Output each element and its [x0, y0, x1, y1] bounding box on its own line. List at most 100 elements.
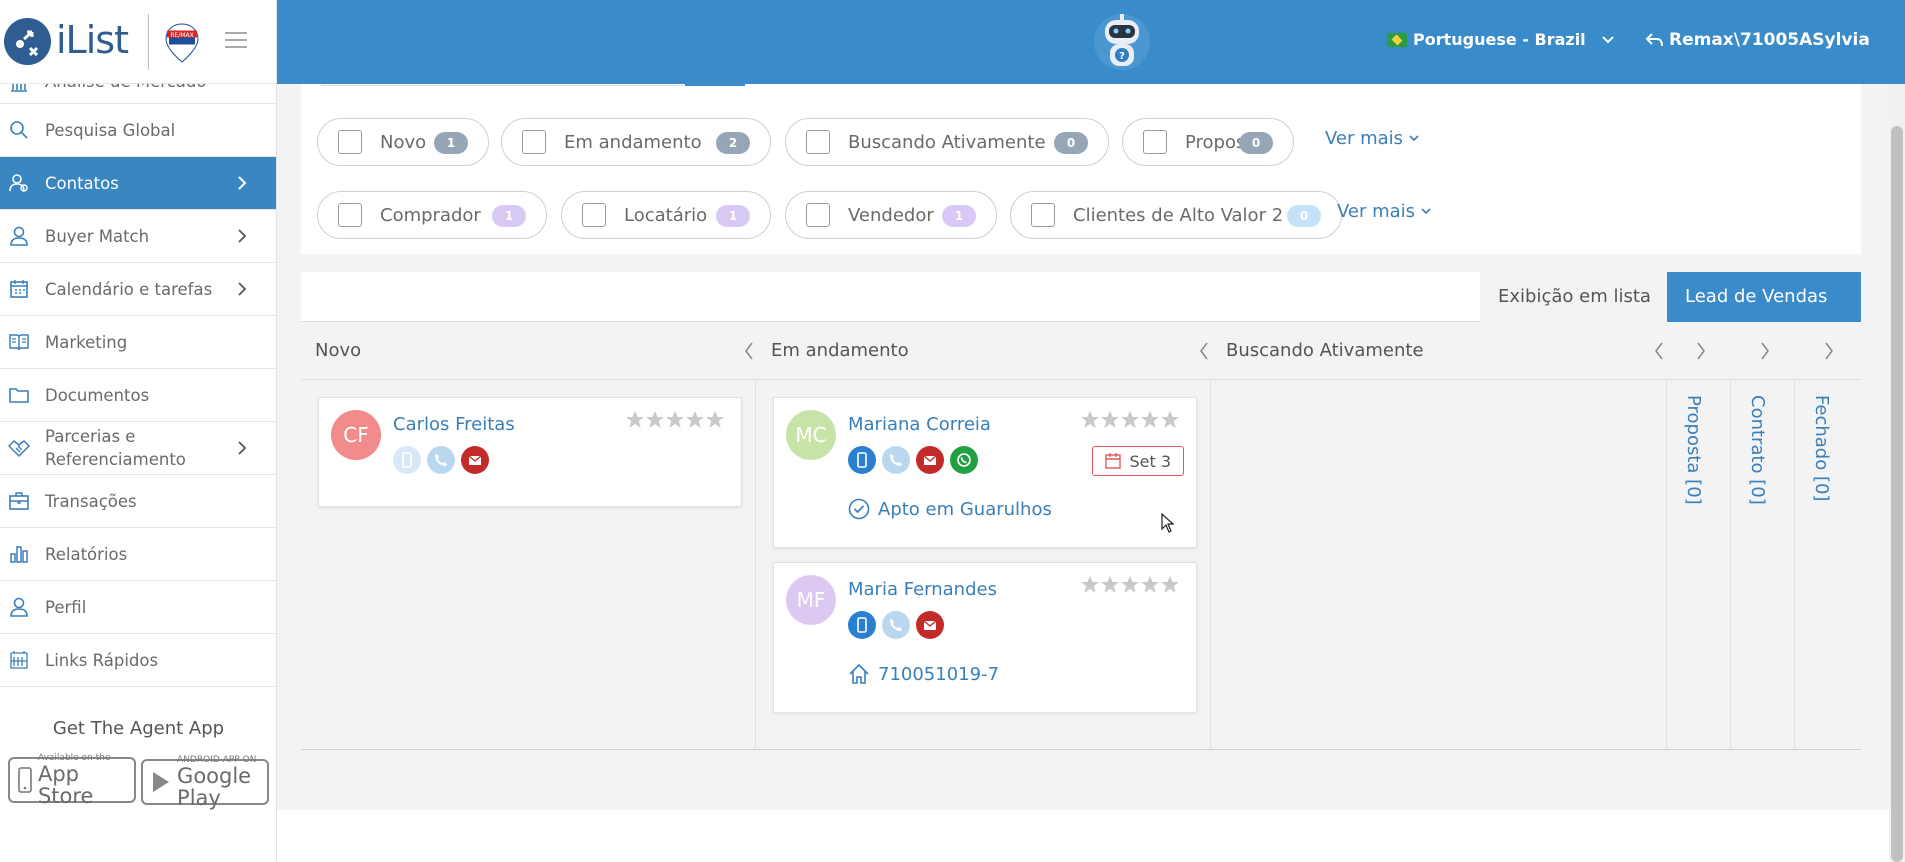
email-icon[interactable]: [916, 611, 944, 639]
checkbox[interactable]: [1143, 130, 1167, 154]
checkbox[interactable]: [338, 130, 362, 154]
ver-mais-types-link[interactable]: Ver mais: [1337, 201, 1431, 222]
chevron-down-icon: [1421, 208, 1431, 215]
sidebar-item-calendario[interactable]: Calendário e tarefas: [0, 263, 276, 316]
filter-chip-comprador[interactable]: Comprador 1: [317, 191, 547, 239]
sidebar-item-label: Pesquisa Global: [45, 120, 176, 140]
whatsapp-icon[interactable]: [950, 446, 978, 474]
column-fechado[interactable]: Fechado [0]: [1794, 381, 1848, 750]
mobile-icon[interactable]: [393, 446, 421, 474]
sidebar-item-perfil[interactable]: Perfil: [0, 581, 276, 634]
filter-chip-novo[interactable]: Novo 1: [317, 118, 489, 166]
column-title-proposta: Proposta [0]: [1683, 395, 1704, 505]
chevron-right-icon: [237, 441, 247, 455]
column-proposta[interactable]: Proposta [0]: [1666, 381, 1720, 750]
filter-chip-vendedor[interactable]: Vendedor 1: [785, 191, 997, 239]
phone-icon[interactable]: [882, 446, 910, 474]
sidebar-item-links-rapidos[interactable]: Links Rápidos: [0, 634, 276, 687]
chevron-left-icon[interactable]: [744, 342, 754, 360]
column-title-fechado: Fechado [0]: [1811, 395, 1832, 502]
column-contrato[interactable]: Contrato [0]: [1730, 381, 1784, 750]
filter-label: Comprador: [380, 204, 481, 226]
sidebar-item-label: Documentos: [45, 385, 150, 405]
sidebar-item-transacoes[interactable]: Transações: [0, 475, 276, 528]
rating-stars[interactable]: [1080, 410, 1182, 430]
checkbox[interactable]: [338, 203, 362, 227]
phone-icon[interactable]: [882, 611, 910, 639]
search-icon: [8, 119, 30, 141]
filter-chip-em-andamento[interactable]: Em andamento 2: [501, 118, 771, 166]
filter-chip-buscando-ativamente[interactable]: Buscando Ativamente 0: [785, 118, 1109, 166]
robot-assistant-icon[interactable]: ?: [1092, 10, 1152, 72]
sidebar-item-documentos[interactable]: Documentos: [0, 369, 276, 422]
app-store-button[interactable]: Available on the App Store: [7, 753, 136, 807]
contact-card[interactable]: CF Carlos Freitas: [318, 397, 742, 507]
google-play-button[interactable]: ANDROID APP ON Google Play: [141, 755, 270, 809]
checkbox[interactable]: [1031, 203, 1055, 227]
checkbox[interactable]: [806, 203, 830, 227]
sidebar-item-pesquisa-global[interactable]: Pesquisa Global: [0, 104, 276, 157]
chevron-right-icon[interactable]: [1824, 342, 1834, 360]
count-badge: 0: [1287, 205, 1321, 227]
ver-mais-status-link[interactable]: Ver mais: [1325, 128, 1419, 149]
contact-name[interactable]: Carlos Freitas: [393, 414, 515, 435]
chevron-right-icon[interactable]: [1696, 342, 1706, 360]
contact-name[interactable]: Mariana Correia: [848, 414, 991, 435]
remax-balloon-icon: RE/MAX: [164, 22, 200, 64]
phone-icon[interactable]: [427, 446, 455, 474]
mobile-icon[interactable]: [848, 611, 876, 639]
contact-card[interactable]: MC Mariana Correia Set 3 Apto em Guarulh…: [773, 397, 1197, 548]
sidebar-item-label: Transações: [45, 491, 137, 511]
tab-sales-funnel[interactable]: Lead de Vendas Funil: [1667, 272, 1861, 357]
contact-name[interactable]: Maria Fernandes: [848, 579, 997, 600]
chevron-right-icon[interactable]: [1760, 342, 1770, 360]
filter-chip-proposta[interactable]: Proposta 0: [1122, 118, 1294, 166]
ver-mais-label: Ver mais: [1337, 201, 1416, 222]
sidebar-item-contatos[interactable]: Contatos: [0, 157, 276, 210]
scrollbar-thumb[interactable]: [1891, 126, 1903, 862]
contact-actions: [848, 611, 944, 639]
calendar-icon: [1105, 453, 1122, 469]
filter-chip-locatario[interactable]: Locatário 1: [561, 191, 771, 239]
checkbox[interactable]: [806, 130, 830, 154]
contact-note[interactable]: Apto em Guarulhos: [848, 498, 1052, 520]
rating-stars[interactable]: [1080, 575, 1182, 595]
checkbox[interactable]: [522, 130, 546, 154]
filter-label: Em andamento: [564, 131, 702, 153]
app-promo-title: Get The Agent App: [52, 718, 225, 739]
chevron-down-icon: [1409, 135, 1419, 142]
logo-text[interactable]: iList: [56, 18, 129, 62]
task-date-badge[interactable]: Set 3: [1092, 446, 1184, 476]
sidebar-item-buyer-match[interactable]: Buyer Match: [0, 210, 276, 263]
chevron-right-icon: [237, 282, 247, 296]
sidebar-item-relatorios[interactable]: Relatórios: [0, 528, 276, 581]
ilist-logo-icon[interactable]: [4, 18, 51, 65]
language-selector[interactable]: Portuguese - Brazil: [1387, 30, 1614, 49]
listing-id: 710051019-7: [878, 663, 1000, 685]
sidebar-item-label: Buyer Match: [45, 226, 150, 246]
tab-list-view[interactable]: Exibição em lista: [1480, 272, 1669, 322]
chevron-left-icon[interactable]: [1199, 342, 1209, 360]
chevron-left-icon[interactable]: [1654, 342, 1664, 360]
sidebar-menu: Análise de Mercado Pesquisa Global Conta…: [0, 72, 276, 687]
email-icon[interactable]: [461, 446, 489, 474]
contact-card[interactable]: MF Maria Fernandes 710051019-7: [773, 562, 1197, 713]
sidebar-item-parcerias[interactable]: Parcerias e Referenciamento: [0, 422, 276, 475]
user-switch-link[interactable]: Remax\71005ASylvia: [1645, 30, 1870, 50]
count-badge: 0: [1239, 132, 1273, 154]
ver-mais-label: Ver mais: [1325, 128, 1404, 149]
listing-link[interactable]: 710051019-7: [848, 663, 999, 685]
sidebar-item-marketing[interactable]: Marketing: [0, 316, 276, 369]
filter-chip-clientes-alto-valor[interactable]: Clientes de Alto Valor 2 0: [1010, 191, 1342, 239]
checkbox[interactable]: [582, 203, 606, 227]
sidebar-item-label: Marketing: [45, 332, 128, 352]
count-badge: 1: [716, 205, 750, 227]
logo-divider: [148, 14, 149, 70]
mobile-icon[interactable]: [848, 446, 876, 474]
rating-stars[interactable]: [625, 410, 727, 430]
avatar: MC: [786, 410, 836, 460]
count-badge: 2: [716, 132, 750, 154]
hamburger-menu-icon[interactable]: [224, 30, 248, 50]
email-icon[interactable]: [916, 446, 944, 474]
contacts-icon: [8, 172, 30, 194]
